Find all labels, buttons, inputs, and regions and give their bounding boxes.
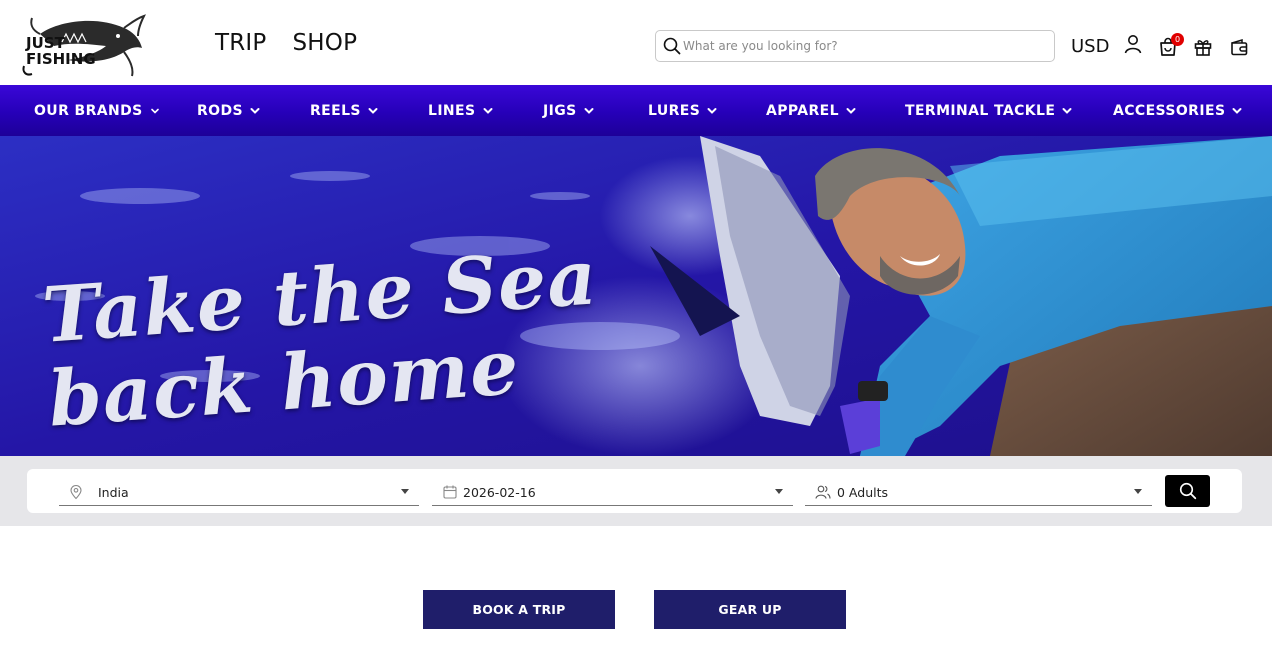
caret-down-icon	[775, 489, 783, 494]
chevron-down-icon	[1231, 105, 1243, 117]
search-input[interactable]	[683, 39, 1043, 53]
chevron-down-icon	[583, 105, 595, 117]
category-label: ACCESSORIES	[1113, 102, 1226, 119]
location-value: India	[98, 484, 129, 500]
category-accessories[interactable]: ACCESSORIES	[1113, 85, 1243, 136]
caret-down-icon	[401, 489, 409, 494]
gift-icon[interactable]	[1193, 37, 1213, 57]
booking-form: India 2026-02-16 0 Adults	[27, 469, 1242, 513]
caret-down-icon	[1134, 489, 1142, 494]
hero-headline: Take the Sea back home	[40, 232, 606, 443]
category-label: APPAREL	[766, 102, 839, 119]
gear-up-button[interactable]: GEAR UP	[654, 590, 846, 629]
search-icon	[1179, 482, 1197, 500]
guests-value: 0 Adults	[837, 484, 889, 500]
category-apparel[interactable]: APPAREL	[766, 85, 857, 136]
booking-section: India 2026-02-16 0 Adults	[0, 456, 1272, 526]
category-label: RODS	[197, 102, 243, 119]
hero-banner: Take the Sea back home	[0, 136, 1272, 456]
search-box	[655, 30, 1055, 62]
logo-text-fishing: FISHING	[26, 50, 96, 68]
category-lures[interactable]: LURES	[648, 85, 718, 136]
currency-selector[interactable]: USD	[1071, 36, 1109, 57]
calendar-icon	[442, 484, 458, 500]
location-select[interactable]: India	[59, 479, 419, 506]
category-reels[interactable]: REELS	[310, 85, 379, 136]
category-rods[interactable]: RODS	[197, 85, 261, 136]
book-trip-button[interactable]: BOOK A TRIP	[423, 590, 615, 629]
date-select[interactable]: 2026-02-16	[432, 479, 793, 506]
chevron-down-icon	[706, 105, 718, 117]
category-nav: OUR BRANDS RODS REELS LINES JIGS LURES A…	[0, 85, 1272, 136]
chevron-down-icon	[1061, 105, 1073, 117]
date-value: 2026-02-16	[463, 484, 536, 500]
users-icon	[815, 484, 831, 500]
cart-count-badge: 0	[1171, 33, 1184, 46]
search-icon	[663, 37, 681, 55]
logo[interactable]: JUST FISHING	[20, 14, 146, 78]
top-nav-trip[interactable]: TRIP	[215, 30, 266, 56]
top-nav: TRIP SHOP	[215, 30, 357, 56]
category-label: LINES	[428, 102, 476, 119]
guests-select[interactable]: 0 Adults	[805, 479, 1152, 506]
category-label: JIGS	[543, 102, 577, 119]
chevron-down-icon	[845, 105, 857, 117]
chevron-down-icon	[482, 105, 494, 117]
category-our-brands[interactable]: OUR BRANDS	[34, 85, 161, 136]
chevron-down-icon	[367, 105, 379, 117]
category-label: OUR BRANDS	[34, 102, 143, 119]
chevron-down-icon	[249, 105, 261, 117]
site-header: JUST FISHING TRIP SHOP USD 0	[0, 0, 1272, 85]
category-terminal-tackle[interactable]: TERMINAL TACKLE	[905, 85, 1073, 136]
top-nav-shop[interactable]: SHOP	[292, 30, 357, 56]
user-icon[interactable]	[1123, 34, 1143, 54]
cart-button[interactable]: 0	[1158, 33, 1184, 57]
location-pin-icon	[68, 484, 84, 500]
category-lines[interactable]: LINES	[428, 85, 494, 136]
category-label: REELS	[310, 102, 361, 119]
trip-search-button[interactable]	[1165, 475, 1210, 507]
chevron-down-icon	[149, 105, 161, 117]
category-jigs[interactable]: JIGS	[543, 85, 595, 136]
category-label: LURES	[648, 102, 701, 119]
category-label: TERMINAL TACKLE	[905, 102, 1056, 119]
wallet-icon[interactable]	[1229, 37, 1249, 57]
